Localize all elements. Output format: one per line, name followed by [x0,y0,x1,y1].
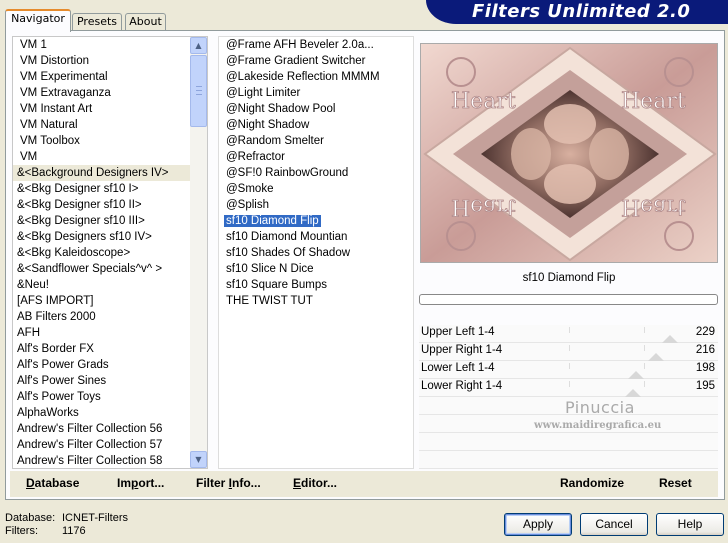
slider-value: 229 [695,326,715,338]
category-item[interactable]: &<Sandflower Specials^v^ > [13,261,207,277]
category-item[interactable]: &<Bkg Designer sf10 I> [13,181,207,197]
filter-item[interactable]: @Random Smelter [219,133,413,149]
category-item[interactable]: Andrew's Filter Collection 58 [13,453,207,468]
filter-item[interactable]: sf10 Diamond Mountian [219,229,413,245]
category-item[interactable]: &<Bkg Designers sf10 IV> [13,229,207,245]
slider-label: Lower Left 1-4 [421,362,495,374]
import-button[interactable]: Import... [117,476,164,490]
filter-info-button[interactable]: Filter Info... [196,476,261,490]
slider-row[interactable]: Upper Right 1-4 216 [419,343,718,361]
tab-presets[interactable]: Presets [72,13,122,31]
category-item[interactable]: AFH [13,325,207,341]
category-item[interactable]: AlphaWorks [13,405,207,421]
slider-row[interactable]: Upper Left 1-4 229 [419,325,718,343]
filter-item[interactable]: sf10 Diamond Flip [219,213,413,229]
category-item[interactable]: VM Natural [13,117,207,133]
category-item[interactable]: &<Background Designers IV> [13,165,207,181]
filter-item[interactable]: @Frame Gradient Switcher [219,53,413,69]
category-item[interactable]: &Neu! [13,277,207,293]
category-item[interactable]: VM [13,149,207,165]
scroll-thumb[interactable] [190,55,207,127]
category-item[interactable]: [AFS IMPORT] [13,293,207,309]
scroll-up-icon[interactable]: ▲ [190,37,207,54]
category-item[interactable]: AB Filters 2000 [13,309,207,325]
category-item[interactable]: VM Distortion [13,53,207,69]
editor-button[interactable]: Editor... [293,476,337,490]
filter-item[interactable]: sf10 Shades Of Shadow [219,245,413,261]
category-item[interactable]: Alf's Border FX [13,341,207,357]
category-item[interactable]: Alf's Power Toys [13,389,207,405]
slider-thumb[interactable] [648,353,665,361]
filters-count: 1176 [62,525,86,537]
filter-item[interactable]: sf10 Slice N Dice [219,261,413,277]
svg-text:Heart: Heart [451,89,516,114]
category-item[interactable]: Alf's Power Sines [13,373,207,389]
help-button[interactable]: Help [656,513,724,536]
slider-value: 216 [695,344,715,356]
category-item[interactable]: VM 1 [13,37,207,53]
database-label: Database: [5,512,56,524]
cancel-button[interactable]: Cancel [580,513,648,536]
category-item[interactable]: Alf's Power Grads [13,357,207,373]
progress-bar [419,294,718,305]
filter-item[interactable]: @SF!0 RainbowGround [219,165,413,181]
preview-image: Heart Heart Heart Heart [421,44,717,262]
filter-item[interactable]: THE TWIST TUT [219,293,413,309]
filter-item[interactable]: sf10 Square Bumps [219,277,413,293]
category-item[interactable]: Andrew's Filter Collection 57 [13,437,207,453]
category-item[interactable]: &<Bkg Designer sf10 III> [13,213,207,229]
filter-item[interactable]: @Refractor [219,149,413,165]
selected-filter-name: sf10 Diamond Flip [522,272,616,284]
category-item[interactable]: VM Experimental [13,69,207,85]
bottom-toolbar: Database Import... Filter Info... Editor… [10,471,718,497]
svg-text:Heart: Heart [621,194,686,219]
status-info: Database: ICNET-Filters Filters: 1176 [5,512,128,538]
tab-about[interactable]: About [125,13,166,31]
slider-row[interactable]: Lower Left 1-4 198 [419,361,718,379]
filter-preview: Heart Heart Heart Heart [420,43,718,263]
filter-item[interactable]: @Lakeside Reflection MMMM [219,69,413,85]
slider-row[interactable]: Lower Right 1-4 195 [419,379,718,397]
empty-slider-row [419,451,718,469]
slider-thumb[interactable] [625,389,642,397]
randomize-button[interactable]: Randomize [560,476,624,490]
category-item[interactable]: VM Instant Art [13,101,207,117]
svg-text:Heart: Heart [621,89,686,114]
database-button[interactable]: Database [26,476,79,490]
filter-item[interactable]: @Night Shadow Pool [219,101,413,117]
filter-item[interactable]: @Light Limiter [219,85,413,101]
watermark-name: Pinuccia [565,398,635,417]
slider-value: 195 [695,380,715,392]
slider-label: Lower Right 1-4 [421,380,503,392]
filter-list[interactable]: @Frame AFH Beveler 2.0a... @Frame Gradien… [218,36,414,469]
watermark-url: www.maidiregrafica.eu [534,420,662,431]
category-item[interactable]: VM Extravaganza [13,85,207,101]
category-list[interactable]: VM 1 VM Distortion VM Experimental VM Extra… [12,36,208,469]
slider-label: Upper Left 1-4 [421,326,495,338]
category-item[interactable]: &<Bkg Designer sf10 II> [13,197,207,213]
filter-item[interactable]: @Frame AFH Beveler 2.0a... [219,37,413,53]
slider-label: Upper Right 1-4 [421,344,503,356]
scroll-down-icon[interactable]: ▼ [190,451,207,468]
category-scrollbar[interactable]: ▲ ▼ [190,37,207,468]
category-item[interactable]: Andrew's Filter Collection 56 [13,421,207,437]
svg-text:Heart: Heart [451,194,516,219]
category-item[interactable]: &<Bkg Kaleidoscope> [13,245,207,261]
empty-slider-row [419,433,718,451]
slider-thumb[interactable] [628,371,645,379]
category-item[interactable]: VM Toolbox [13,133,207,149]
reset-button[interactable]: Reset [659,476,692,490]
tab-navigator[interactable]: Navigator [5,9,71,32]
filter-item[interactable]: @Smoke [219,181,413,197]
filter-item[interactable]: @Night Shadow [219,117,413,133]
filter-item[interactable]: @Splish [219,197,413,213]
app-title: Filters Unlimited 2.0 [472,1,691,22]
database-value: ICNET-Filters [62,512,128,524]
slider-value: 198 [695,362,715,374]
slider-thumb[interactable] [662,335,679,343]
apply-button[interactable]: Apply [504,513,572,536]
parameter-sliders: Upper Left 1-4 229 Upper Right 1-4 216 Lower… [419,325,718,469]
filters-label: Filters: [5,525,38,537]
